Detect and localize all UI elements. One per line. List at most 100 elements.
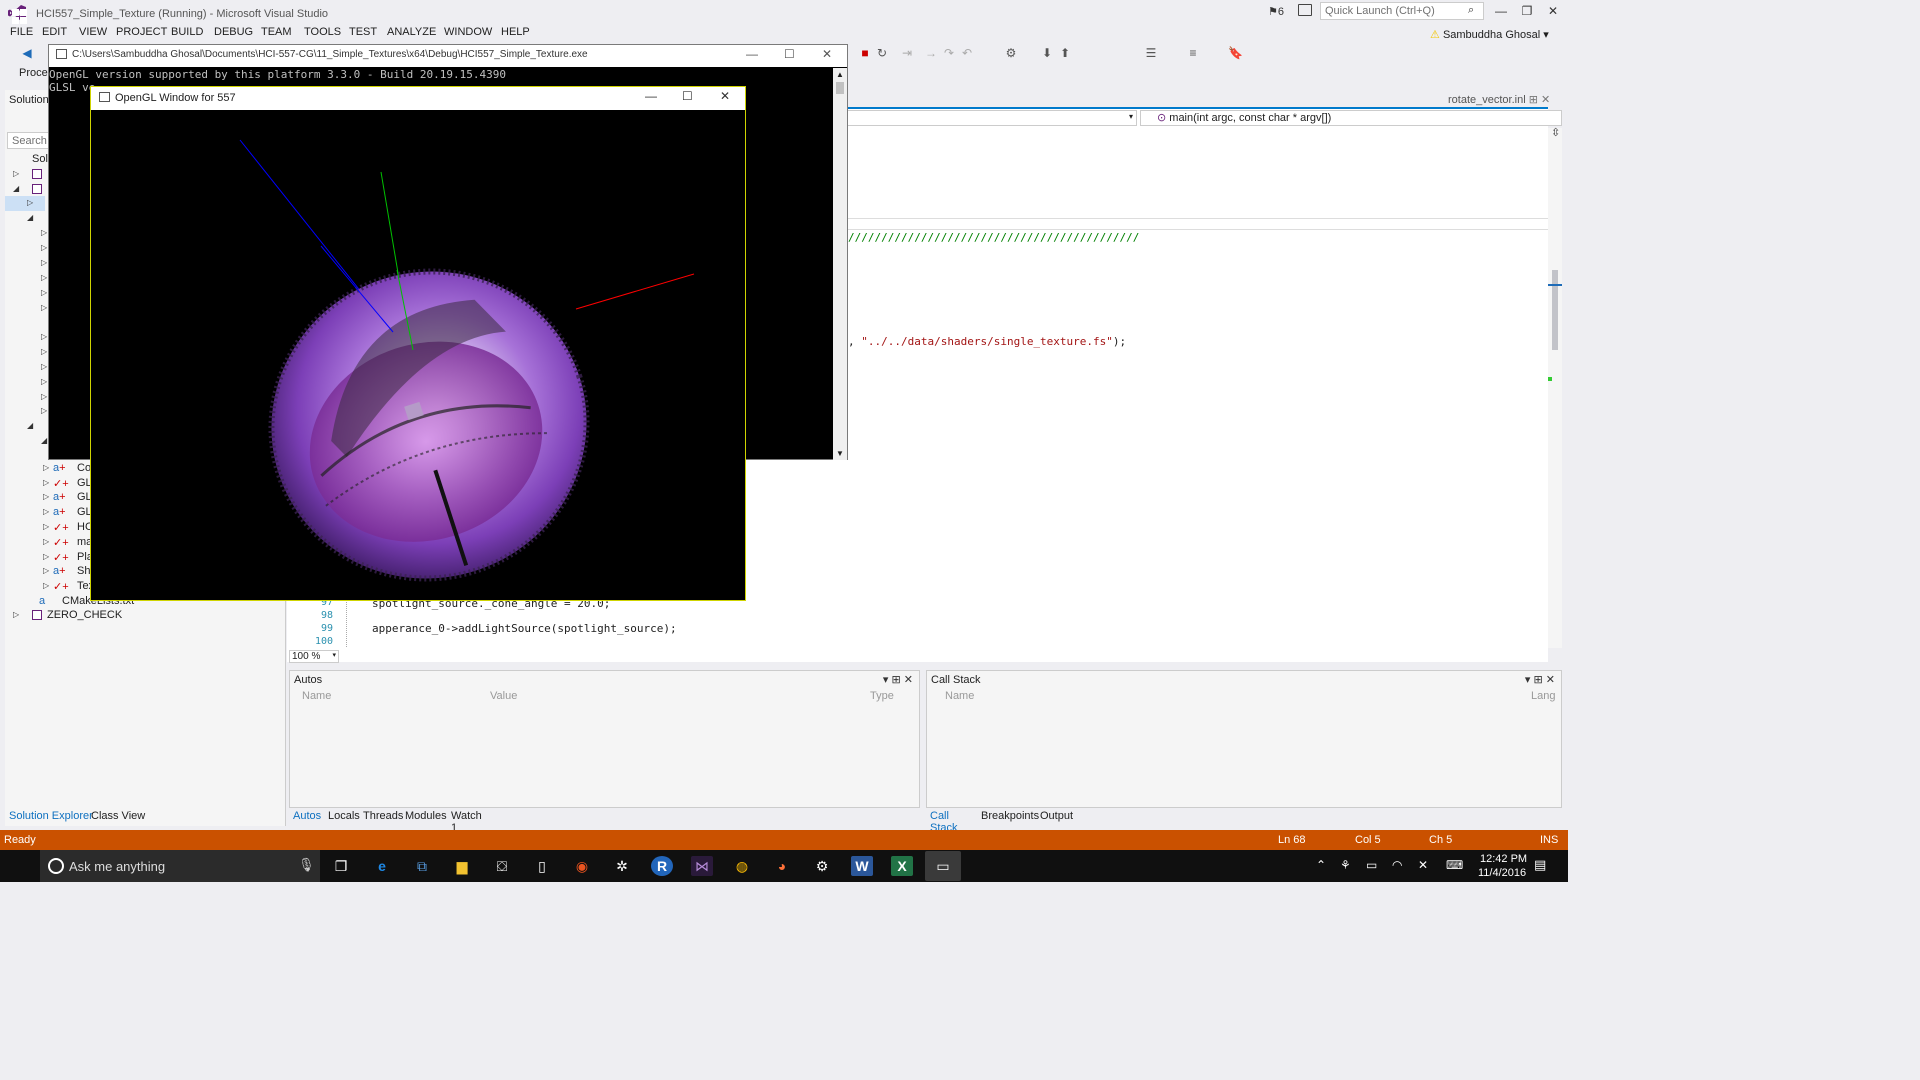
- tab-breakpoints[interactable]: Breakpoints: [981, 810, 1039, 822]
- column-header-name[interactable]: Name: [302, 690, 331, 702]
- clock-date[interactable]: 11/4/2016: [1478, 867, 1526, 879]
- tab-autos[interactable]: Autos: [293, 810, 321, 822]
- status-char: Ch 5: [1429, 834, 1453, 846]
- align-icon[interactable]: ☰: [1144, 46, 1158, 60]
- menu-team[interactable]: TEAM: [261, 26, 292, 38]
- bookmark-icon[interactable]: 🔖: [1228, 46, 1243, 60]
- menu-tools[interactable]: TOOLS: [304, 26, 341, 38]
- current-line-highlight: [848, 218, 1548, 230]
- opengl-close-button[interactable]: ✕: [720, 89, 730, 103]
- tree-item-selected[interactable]: ▷: [5, 196, 45, 211]
- microphone-icon[interactable]: 🎙: [298, 857, 315, 873]
- wifi-icon[interactable]: ◠: [1392, 858, 1402, 872]
- firefox-icon[interactable]: ◕: [771, 856, 793, 876]
- call-stack-title: Call Stack: [931, 674, 981, 686]
- feedback-icon[interactable]: [1298, 4, 1312, 16]
- task-view-icon[interactable]: ❐: [330, 856, 352, 876]
- excel-icon[interactable]: X: [891, 856, 913, 876]
- cortana-placeholder: Ask me anything: [69, 859, 166, 874]
- word-icon[interactable]: W: [851, 856, 873, 876]
- menu-debug[interactable]: DEBUG: [214, 26, 253, 38]
- console-scrollbar[interactable]: ▲ ▼: [833, 68, 847, 460]
- menu-window[interactable]: WINDOW: [444, 26, 492, 38]
- panel-controls[interactable]: ▾ ⊞ ✕: [883, 673, 913, 686]
- document-icon[interactable]: ▯: [531, 856, 553, 876]
- step-into-icon[interactable]: →: [924, 46, 938, 60]
- tree-item-zero-check[interactable]: ▷ ZERO_CHECK: [5, 608, 286, 623]
- deploy-icon[interactable]: ⬇: [1040, 46, 1054, 60]
- stop-debugging-icon[interactable]: ■: [858, 46, 872, 60]
- split-editor-icon[interactable]: ⇳: [1551, 126, 1560, 139]
- tab-class-view[interactable]: Class View: [91, 810, 145, 822]
- show-hidden-icons[interactable]: ⌃: [1316, 858, 1326, 872]
- menu-test[interactable]: TEST: [349, 26, 377, 38]
- edge-icon[interactable]: e: [371, 856, 393, 876]
- battery-icon[interactable]: ▭: [1366, 858, 1377, 872]
- editor-scrollbar[interactable]: [1548, 128, 1562, 648]
- minimize-button[interactable]: —: [1488, 4, 1514, 20]
- network-app-icon[interactable]: ⚘: [1340, 858, 1351, 872]
- file-explorer-icon[interactable]: ▆: [451, 856, 473, 876]
- close-button[interactable]: ✕: [1540, 4, 1566, 20]
- tab-modules[interactable]: Modules: [405, 810, 447, 822]
- notifications-flag-icon[interactable]: ⚑6: [1268, 5, 1284, 18]
- user-account[interactable]: ⚠ Sambuddha Ghosal ▾: [1430, 28, 1549, 41]
- menu-project[interactable]: PROJECT: [116, 26, 167, 38]
- search-icon[interactable]: ⌕: [1468, 4, 1474, 17]
- people-icon[interactable]: ⧉: [411, 856, 433, 876]
- back-icon[interactable]: ◀: [20, 46, 34, 60]
- menu-file[interactable]: FILE: [10, 26, 33, 38]
- r-icon[interactable]: R: [651, 856, 673, 876]
- visual-studio-taskbar-icon[interactable]: ⋈: [691, 856, 713, 876]
- settings-app-icon[interactable]: ✲: [611, 856, 633, 876]
- ubuntu-icon[interactable]: ◉: [571, 856, 593, 876]
- line-number: 98: [320, 610, 333, 621]
- volume-muted-icon[interactable]: ✕: [1418, 858, 1428, 872]
- column-header-name[interactable]: Name: [945, 690, 974, 702]
- chrome-icon[interactable]: ◍: [731, 856, 753, 876]
- console-maximize-button[interactable]: ☐: [784, 47, 795, 61]
- menu-build[interactable]: BUILD: [171, 26, 203, 38]
- tab-output[interactable]: Output: [1040, 810, 1073, 822]
- code-line: apperance_0->addLightSource(spotlight_so…: [372, 622, 677, 635]
- opengl-render-canvas[interactable]: [91, 110, 745, 600]
- editor-tab-rotate-vector[interactable]: rotate_vector.inl ⊞ ✕: [1448, 93, 1550, 106]
- publish-icon[interactable]: ⬆: [1058, 46, 1072, 60]
- restart-icon[interactable]: ↻: [875, 46, 889, 60]
- console-minimize-button[interactable]: —: [746, 47, 758, 61]
- gear-icon[interactable]: ⚙: [811, 856, 833, 876]
- step-over-icon[interactable]: ↷: [942, 46, 956, 60]
- action-center-icon[interactable]: ▤: [1534, 857, 1546, 873]
- code-string-line: , "../../data/shaders/single_texture.fs"…: [848, 335, 1127, 348]
- opengl-maximize-button[interactable]: ☐: [682, 89, 693, 103]
- zoom-dropdown[interactable]: 100 % ▾: [289, 650, 339, 663]
- clock-time[interactable]: 12:42 PM: [1480, 853, 1527, 865]
- panel-controls[interactable]: ▾ ⊞ ✕: [1525, 673, 1555, 686]
- tab-threads[interactable]: Threads: [363, 810, 403, 822]
- column-header-type[interactable]: Type: [870, 690, 894, 702]
- navigation-scope-dropdown[interactable]: ▾: [847, 110, 1137, 126]
- column-header-lang[interactable]: Lang: [1531, 690, 1555, 702]
- console-close-button[interactable]: ✕: [822, 47, 832, 61]
- quick-launch-input[interactable]: Quick Launch (Ctrl+Q): [1320, 2, 1484, 20]
- comment-icon[interactable]: ≡: [1186, 46, 1200, 60]
- step-out-icon[interactable]: ↶: [960, 46, 974, 60]
- tab-locals[interactable]: Locals: [328, 810, 360, 822]
- restore-button[interactable]: ❐: [1514, 4, 1540, 20]
- opengl-minimize-button[interactable]: —: [645, 89, 657, 103]
- show-next-statement-icon[interactable]: ⇥: [900, 46, 914, 60]
- console-taskbar-icon[interactable]: ▭: [925, 851, 961, 881]
- code-comment-line: ////////////////////////////////////////…: [848, 231, 1140, 244]
- call-stack-panel: Call Stack ▾ ⊞ ✕ Name Lang: [926, 670, 1562, 808]
- keyboard-icon[interactable]: ⌨: [1446, 858, 1463, 872]
- menu-view[interactable]: VIEW: [79, 26, 107, 38]
- diagnostic-icon[interactable]: ⚙: [1004, 46, 1018, 60]
- windows-start-icon[interactable]: [12, 9, 27, 24]
- store-icon[interactable]: ⛋: [491, 856, 513, 876]
- column-header-value[interactable]: Value: [490, 690, 517, 702]
- menu-help[interactable]: HELP: [501, 26, 530, 38]
- indent-guide: [346, 597, 347, 647]
- tab-solution-explorer[interactable]: Solution Explorer: [9, 810, 93, 822]
- menu-edit[interactable]: EDIT: [42, 26, 67, 38]
- menu-analyze[interactable]: ANALYZE: [387, 26, 436, 38]
